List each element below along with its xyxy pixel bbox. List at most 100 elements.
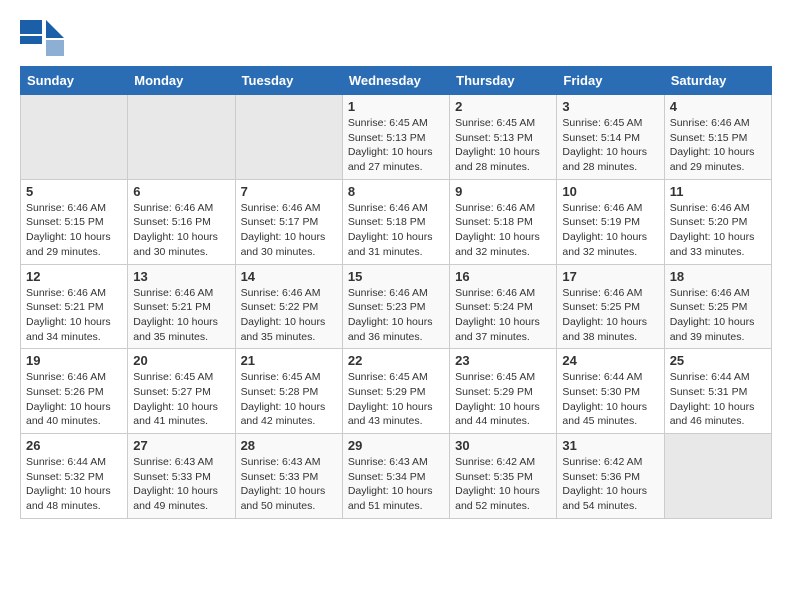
- day-number: 29: [348, 438, 444, 453]
- calendar-cell: [128, 95, 235, 180]
- day-number: 20: [133, 353, 229, 368]
- calendar-cell: 4 Sunrise: 6:46 AM Sunset: 5:15 PM Daylig…: [664, 95, 771, 180]
- day-info: Sunrise: 6:46 AM Sunset: 5:21 PM Dayligh…: [133, 286, 229, 345]
- calendar-cell: 16 Sunrise: 6:46 AM Sunset: 5:24 PM Dayli…: [450, 264, 557, 349]
- day-info: Sunrise: 6:46 AM Sunset: 5:16 PM Dayligh…: [133, 201, 229, 260]
- calendar-cell: 9 Sunrise: 6:46 AM Sunset: 5:18 PM Daylig…: [450, 179, 557, 264]
- calendar-cell: 10Sunrise: 6:46 AM Sunset: 5:19 PM Dayli…: [557, 179, 664, 264]
- calendar-cell: 6 Sunrise: 6:46 AM Sunset: 5:16 PM Daylig…: [128, 179, 235, 264]
- day-info: Sunrise: 6:46 AM Sunset: 5:15 PM Dayligh…: [670, 116, 766, 175]
- calendar-cell: 20 Sunrise: 6:45 AM Sunset: 5:27 PM Dayli…: [128, 349, 235, 434]
- day-info: Sunrise: 6:45 AM Sunset: 5:28 PM Dayligh…: [241, 370, 337, 429]
- calendar-cell: 26 Sunrise: 6:44 AM Sunset: 5:32 PM Dayli…: [21, 434, 128, 519]
- day-number: 3: [562, 99, 658, 114]
- day-number: 18: [670, 269, 766, 284]
- day-info: Sunrise: 6:45 AM Sunset: 5:27 PM Dayligh…: [133, 370, 229, 429]
- day-info: Sunrise: 6:46 AM Sunset: 5:18 PM Dayligh…: [455, 201, 551, 260]
- day-number: 15: [348, 269, 444, 284]
- day-number: 10: [562, 184, 658, 199]
- calendar-cell: 23 Sunrise: 6:45 AM Sunset: 5:29 PM Dayli…: [450, 349, 557, 434]
- calendar-cell: 18 Sunrise: 6:46 AM Sunset: 5:25 PM Dayli…: [664, 264, 771, 349]
- calendar-cell: [21, 95, 128, 180]
- calendar-cell: 30 Sunrise: 6:42 AM Sunset: 5:35 PM Dayli…: [450, 434, 557, 519]
- calendar-cell: 27 Sunrise: 6:43 AM Sunset: 5:33 PM Dayli…: [128, 434, 235, 519]
- calendar-week-row: 12 Sunrise: 6:46 AM Sunset: 5:21 PM Dayli…: [21, 264, 772, 349]
- day-info: Sunrise: 6:42 AM Sunset: 5:35 PM Dayligh…: [455, 455, 551, 514]
- day-info: Sunrise: 6:46 AM Sunset: 5:20 PM Dayligh…: [670, 201, 766, 260]
- day-number: 16: [455, 269, 551, 284]
- calendar-header-saturday: Saturday: [664, 67, 771, 95]
- day-number: 6: [133, 184, 229, 199]
- calendar-cell: 7 Sunrise: 6:46 AM Sunset: 5:17 PM Daylig…: [235, 179, 342, 264]
- day-number: 28: [241, 438, 337, 453]
- day-number: 23: [455, 353, 551, 368]
- calendar-header-wednesday: Wednesday: [342, 67, 449, 95]
- day-number: 19: [26, 353, 122, 368]
- calendar-header-friday: Friday: [557, 67, 664, 95]
- day-number: 8: [348, 184, 444, 199]
- calendar-cell: 11 Sunrise: 6:46 AM Sunset: 5:20 PM Dayli…: [664, 179, 771, 264]
- calendar-cell: 25Sunrise: 6:44 AM Sunset: 5:31 PM Dayli…: [664, 349, 771, 434]
- day-number: 17: [562, 269, 658, 284]
- calendar-cell: [235, 95, 342, 180]
- calendar-header-row: SundayMondayTuesdayWednesdayThursdayFrid…: [21, 67, 772, 95]
- calendar-cell: 22 Sunrise: 6:45 AM Sunset: 5:29 PM Dayli…: [342, 349, 449, 434]
- calendar-header-monday: Monday: [128, 67, 235, 95]
- day-number: 11: [670, 184, 766, 199]
- day-info: Sunrise: 6:45 AM Sunset: 5:13 PM Dayligh…: [455, 116, 551, 175]
- calendar-cell: 12Sunrise: 6:46 AM Sunset: 5:21 PM Dayli…: [21, 264, 128, 349]
- day-info: Sunrise: 6:44 AM Sunset: 5:30 PM Dayligh…: [562, 370, 658, 429]
- day-info: Sunrise: 6:46 AM Sunset: 5:18 PM Dayligh…: [348, 201, 444, 260]
- logo-icon: [20, 20, 64, 56]
- day-info: Sunrise: 6:43 AM Sunset: 5:33 PM Dayligh…: [241, 455, 337, 514]
- day-info: Sunrise: 6:45 AM Sunset: 5:29 PM Dayligh…: [455, 370, 551, 429]
- day-number: 31: [562, 438, 658, 453]
- day-info: Sunrise: 6:44 AM Sunset: 5:32 PM Dayligh…: [26, 455, 122, 514]
- calendar-week-row: 19 Sunrise: 6:46 AM Sunset: 5:26 PM Dayli…: [21, 349, 772, 434]
- calendar-cell: 19 Sunrise: 6:46 AM Sunset: 5:26 PM Dayli…: [21, 349, 128, 434]
- day-number: 26: [26, 438, 122, 453]
- calendar-header-sunday: Sunday: [21, 67, 128, 95]
- day-number: 12: [26, 269, 122, 284]
- day-number: 22: [348, 353, 444, 368]
- day-info: Sunrise: 6:44 AM Sunset: 5:31 PM Dayligh…: [670, 370, 766, 429]
- calendar-cell: 21Sunrise: 6:45 AM Sunset: 5:28 PM Dayli…: [235, 349, 342, 434]
- calendar-cell: [664, 434, 771, 519]
- calendar-header-tuesday: Tuesday: [235, 67, 342, 95]
- calendar-header-thursday: Thursday: [450, 67, 557, 95]
- calendar-cell: 17 Sunrise: 6:46 AM Sunset: 5:25 PM Dayli…: [557, 264, 664, 349]
- day-number: 4: [670, 99, 766, 114]
- calendar-cell: 1Sunrise: 6:45 AM Sunset: 5:13 PM Daylig…: [342, 95, 449, 180]
- day-number: 7: [241, 184, 337, 199]
- day-number: 9: [455, 184, 551, 199]
- header: [20, 20, 772, 56]
- calendar-cell: 31 Sunrise: 6:42 AM Sunset: 5:36 PM Dayli…: [557, 434, 664, 519]
- day-info: Sunrise: 6:42 AM Sunset: 5:36 PM Dayligh…: [562, 455, 658, 514]
- day-info: Sunrise: 6:46 AM Sunset: 5:25 PM Dayligh…: [670, 286, 766, 345]
- calendar-week-row: 5Sunrise: 6:46 AM Sunset: 5:15 PM Daylig…: [21, 179, 772, 264]
- day-info: Sunrise: 6:45 AM Sunset: 5:14 PM Dayligh…: [562, 116, 658, 175]
- day-info: Sunrise: 6:45 AM Sunset: 5:13 PM Dayligh…: [348, 116, 444, 175]
- calendar-cell: 8 Sunrise: 6:46 AM Sunset: 5:18 PM Daylig…: [342, 179, 449, 264]
- day-info: Sunrise: 6:43 AM Sunset: 5:34 PM Dayligh…: [348, 455, 444, 514]
- day-info: Sunrise: 6:46 AM Sunset: 5:25 PM Dayligh…: [562, 286, 658, 345]
- day-info: Sunrise: 6:43 AM Sunset: 5:33 PM Dayligh…: [133, 455, 229, 514]
- calendar-cell: 3 Sunrise: 6:45 AM Sunset: 5:14 PM Daylig…: [557, 95, 664, 180]
- calendar-cell: 5Sunrise: 6:46 AM Sunset: 5:15 PM Daylig…: [21, 179, 128, 264]
- day-info: Sunrise: 6:46 AM Sunset: 5:24 PM Dayligh…: [455, 286, 551, 345]
- day-number: 30: [455, 438, 551, 453]
- calendar-cell: 13Sunrise: 6:46 AM Sunset: 5:21 PM Dayli…: [128, 264, 235, 349]
- day-info: Sunrise: 6:45 AM Sunset: 5:29 PM Dayligh…: [348, 370, 444, 429]
- day-number: 24: [562, 353, 658, 368]
- day-info: Sunrise: 6:46 AM Sunset: 5:22 PM Dayligh…: [241, 286, 337, 345]
- day-number: 2: [455, 99, 551, 114]
- calendar-week-row: 1Sunrise: 6:45 AM Sunset: 5:13 PM Daylig…: [21, 95, 772, 180]
- day-info: Sunrise: 6:46 AM Sunset: 5:17 PM Dayligh…: [241, 201, 337, 260]
- calendar-cell: 28 Sunrise: 6:43 AM Sunset: 5:33 PM Dayli…: [235, 434, 342, 519]
- calendar-cell: 2 Sunrise: 6:45 AM Sunset: 5:13 PM Daylig…: [450, 95, 557, 180]
- day-number: 27: [133, 438, 229, 453]
- day-info: Sunrise: 6:46 AM Sunset: 5:26 PM Dayligh…: [26, 370, 122, 429]
- day-info: Sunrise: 6:46 AM Sunset: 5:23 PM Dayligh…: [348, 286, 444, 345]
- day-info: Sunrise: 6:46 AM Sunset: 5:15 PM Dayligh…: [26, 201, 122, 260]
- calendar-cell: 29 Sunrise: 6:43 AM Sunset: 5:34 PM Dayli…: [342, 434, 449, 519]
